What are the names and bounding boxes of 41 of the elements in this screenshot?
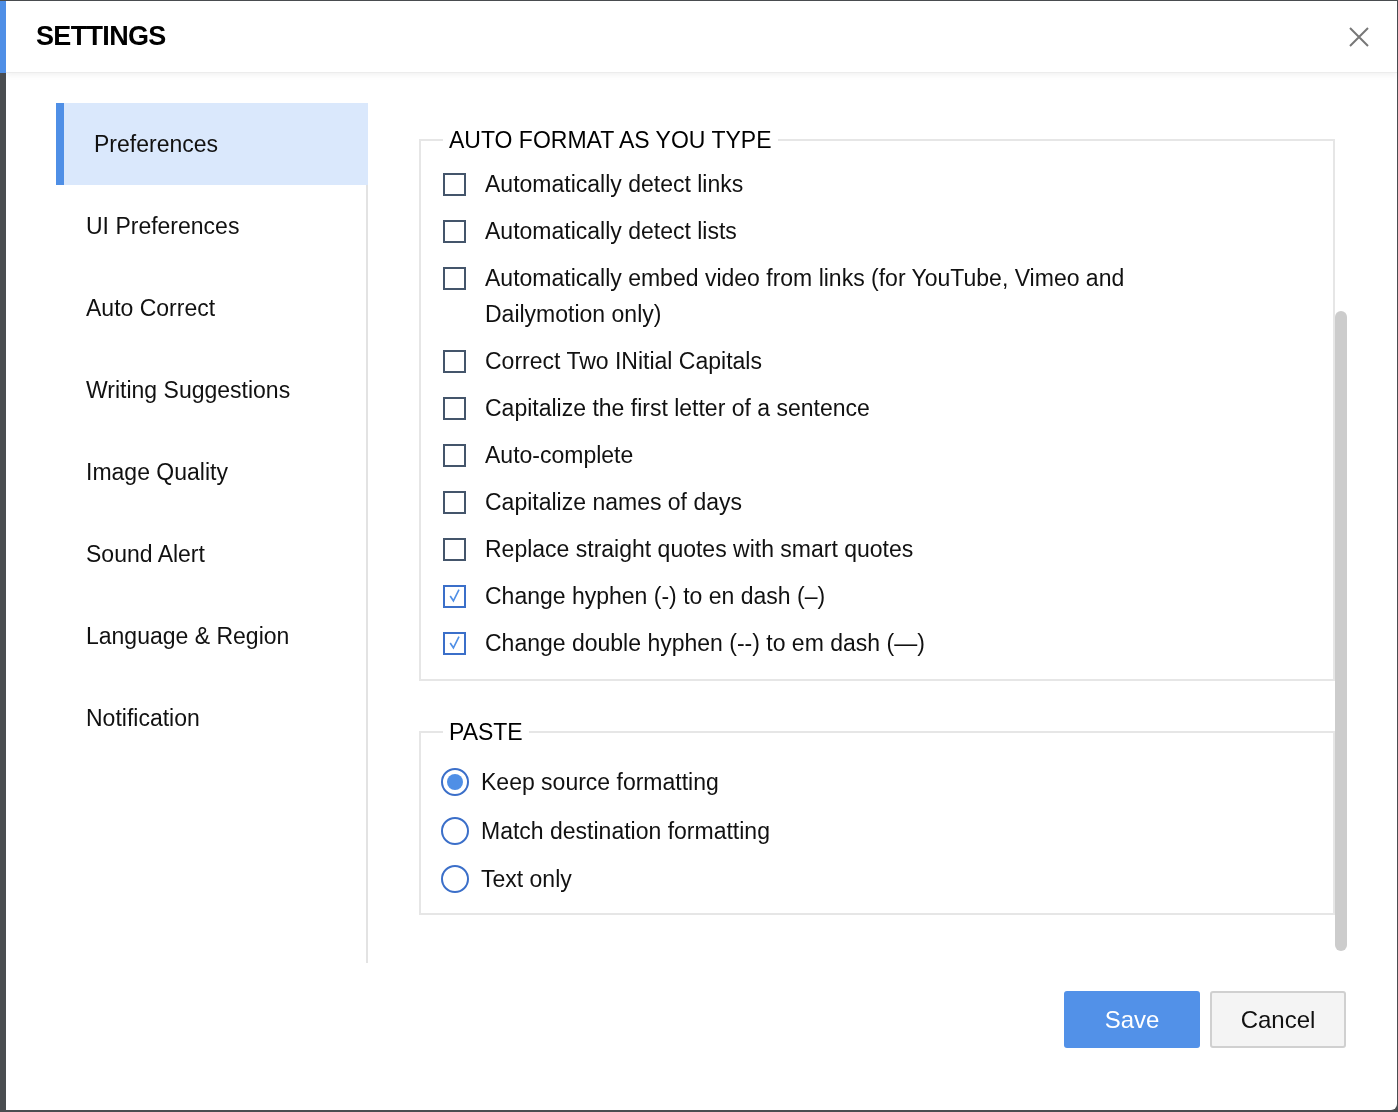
option-label: Automatically detect lists: [485, 216, 737, 246]
radio-button[interactable]: [441, 816, 469, 845]
sidebar-item[interactable]: Language & Region: [56, 595, 368, 677]
checkbox[interactable]: [443, 396, 466, 420]
checkbox[interactable]: [443, 172, 466, 196]
checkbox[interactable]: [443, 490, 466, 514]
option-label: Capitalize the first letter of a sentence: [485, 393, 870, 423]
option-label: Correct Two INitial Capitals: [485, 346, 762, 376]
cancel-button[interactable]: Cancel: [1210, 991, 1346, 1048]
option-label: Automatically embed video from links (for YouTube, Vimeo and Dailymotion only): [485, 263, 1126, 329]
sidebar-item[interactable]: UI Preferences: [56, 185, 368, 267]
radio-button[interactable]: [441, 768, 469, 797]
checkbox[interactable]: [443, 443, 466, 467]
option-label: Text only: [481, 865, 572, 894]
sidebar-item[interactable]: Image Quality: [56, 431, 368, 513]
accent-bar: [0, 1, 6, 73]
option-label: Capitalize names of days: [485, 487, 742, 517]
scrollbar[interactable]: [1335, 311, 1347, 951]
sidebar-item[interactable]: Preferences: [56, 103, 368, 185]
option-label: Replace straight quotes with smart quotes: [485, 534, 914, 564]
sidebar-item[interactable]: Notification: [56, 677, 368, 759]
section-title: AUTO FORMAT AS YOU TYPE: [448, 126, 773, 155]
option-label: Auto-complete: [485, 440, 634, 470]
checkbox[interactable]: [443, 537, 466, 561]
option-label: Change hyphen (-) to en dash (–): [485, 581, 826, 611]
checkbox[interactable]: [443, 266, 466, 290]
option-label: Match destination formatting: [481, 816, 770, 846]
option-label: Automatically detect links: [485, 169, 744, 199]
sidebar-item[interactable]: Sound Alert: [56, 513, 368, 595]
close-icon[interactable]: [1347, 24, 1371, 49]
checkbox[interactable]: [443, 584, 466, 608]
sidebar-item[interactable]: Auto Correct: [56, 267, 368, 349]
checkbox[interactable]: [443, 631, 466, 655]
option-label: Keep source formatting: [481, 768, 719, 797]
sidebar-item[interactable]: Writing Suggestions: [56, 349, 368, 431]
option-label: Change double hyphen (--) to em dash (—): [485, 628, 925, 658]
section-title: PASTE: [448, 717, 524, 747]
radio-button[interactable]: [441, 865, 469, 894]
checkbox[interactable]: [443, 219, 466, 243]
dialog-title: SETTINGS: [36, 20, 166, 54]
checkbox[interactable]: [443, 349, 466, 373]
